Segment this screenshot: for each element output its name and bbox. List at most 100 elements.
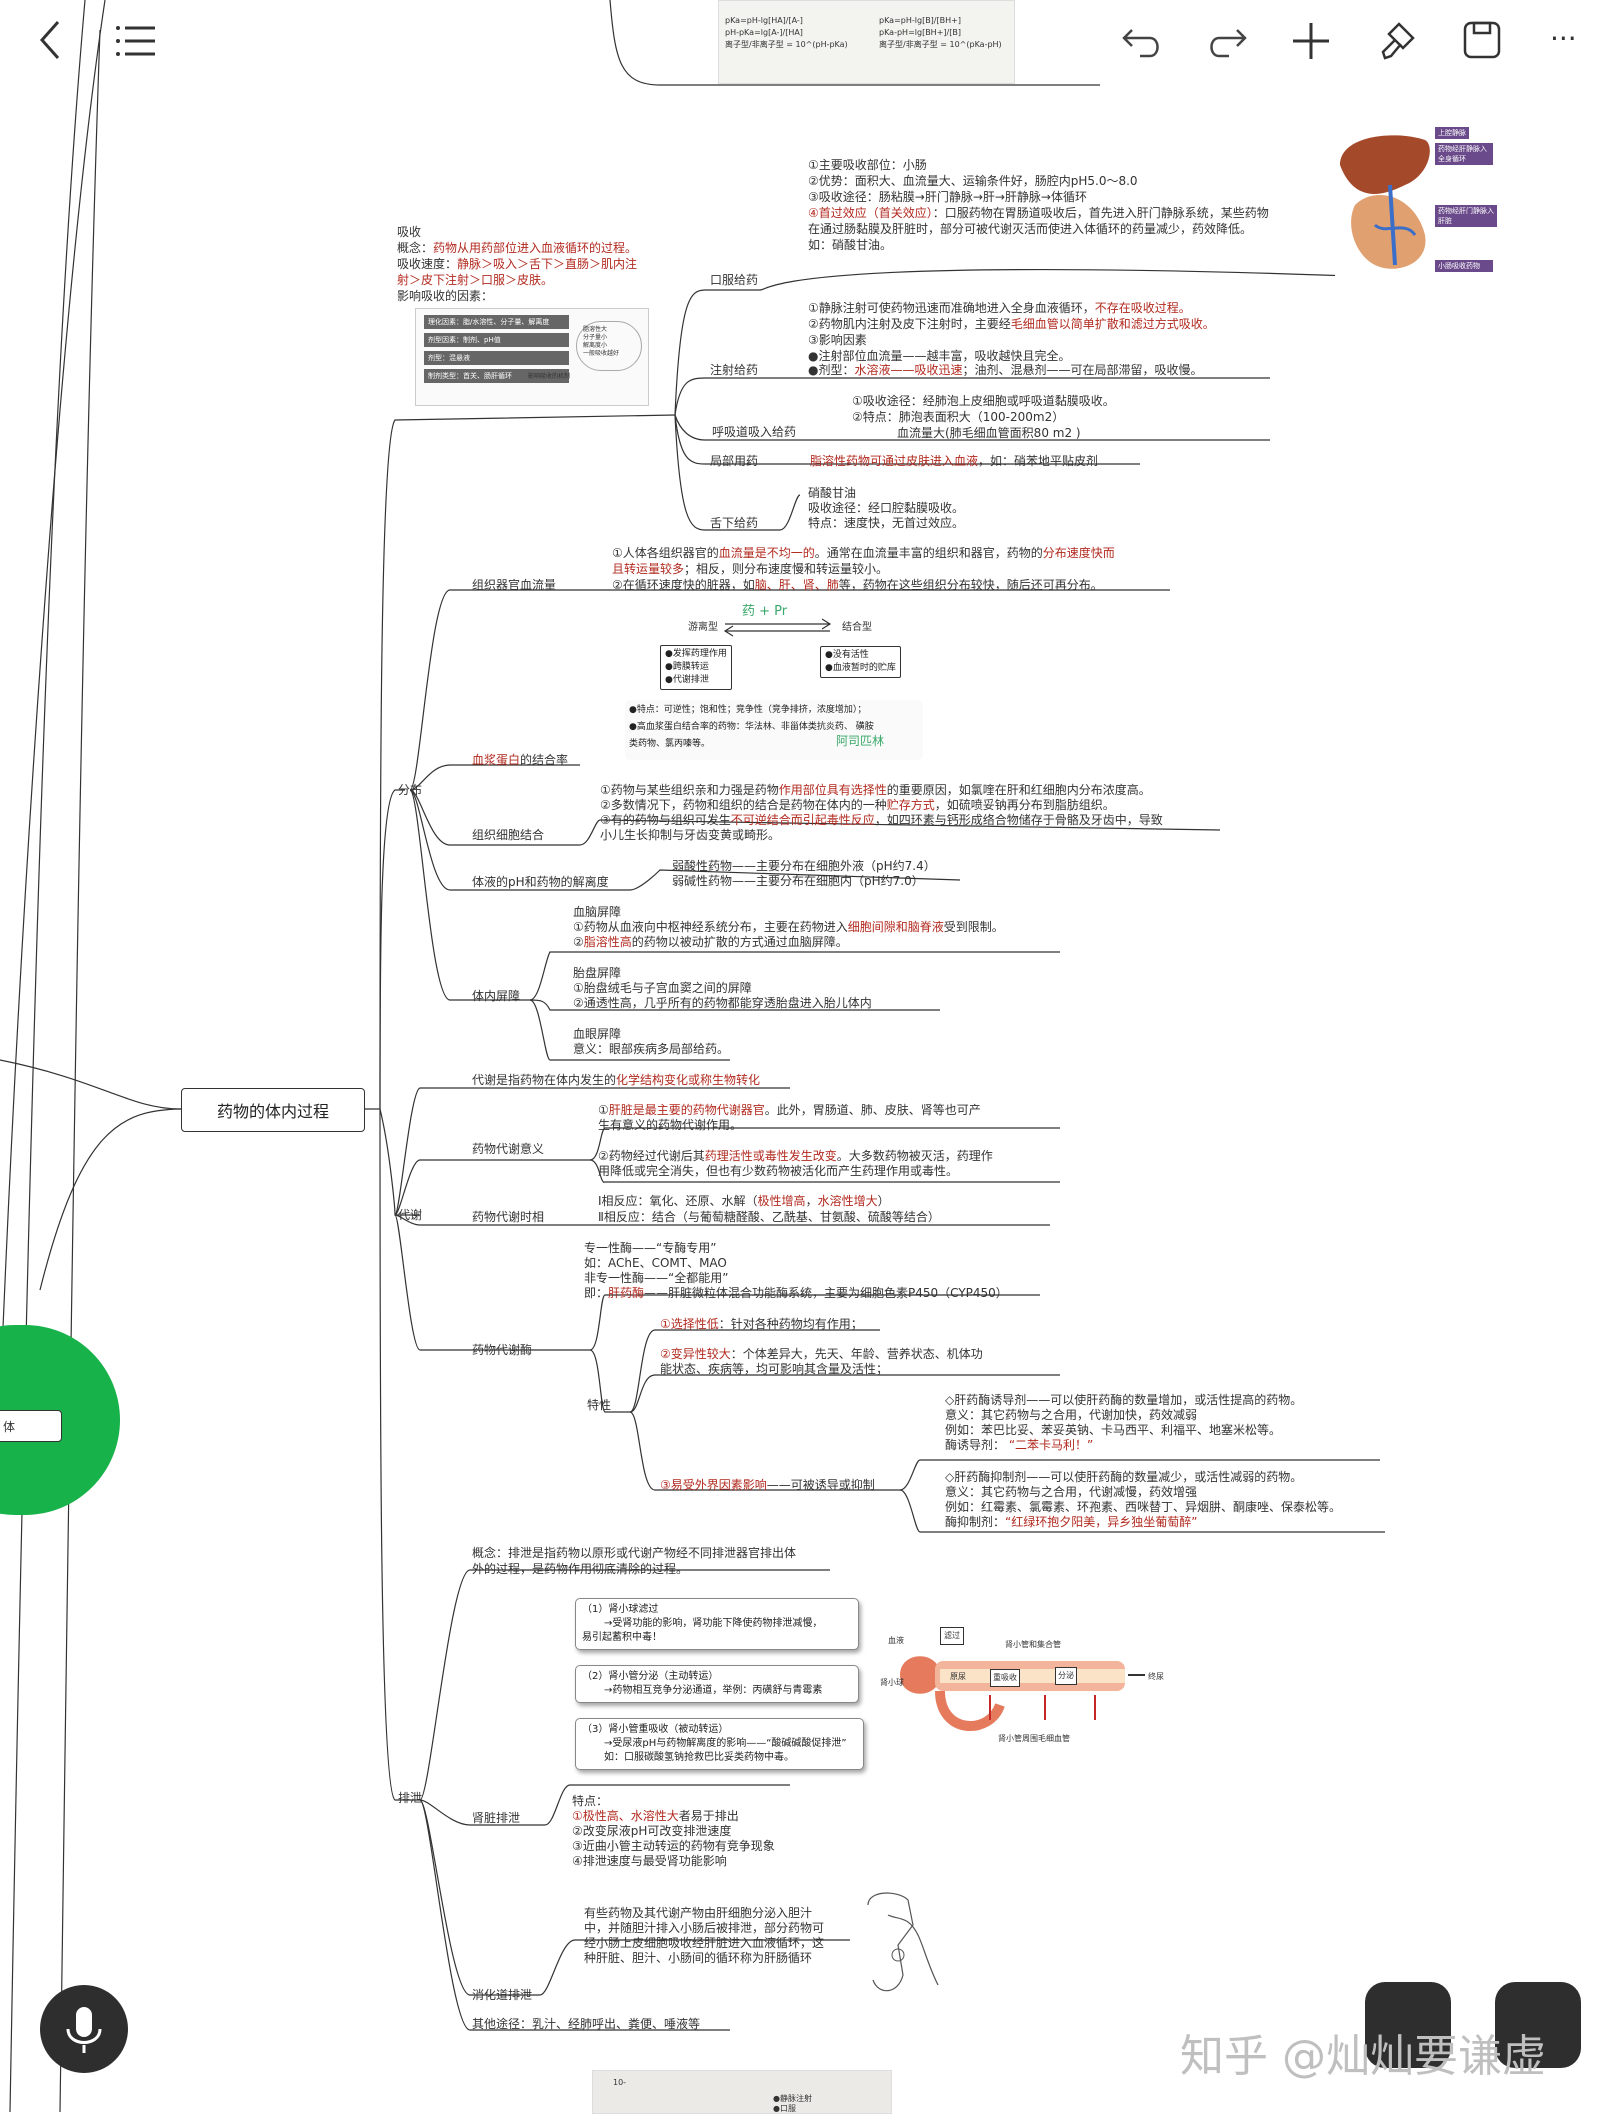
kidney-fig-label: 肾小球 <box>880 1678 904 1687</box>
placenta-l1: ①胎盘绒毛与子宫血窦之间的屏障 <box>573 981 752 995</box>
left-node-label: 体 <box>3 1420 16 1434</box>
kidney-l2: ②改变尿液pH可改变排泄速度 <box>572 1824 732 1838</box>
formula-line: pKa=pH-lg[B]/[BH+] <box>879 16 961 25</box>
enzyme-l2: 如：AChE、COMT、MAO <box>584 1256 727 1270</box>
figure-cloud: 脂溶性大 分子量小 解离度小 一般吸收越好 <box>576 321 642 371</box>
distribution-label[interactable]: 分布 <box>398 782 422 798</box>
excretion-label[interactable]: 排泄 <box>398 1790 422 1806</box>
menu-icon <box>116 26 155 56</box>
plasma-protein-note: ●特点：可逆性；饱和性；竞争性（竞争排挤，浓度增加）； ●高血浆蛋白结合率的药物：… <box>625 700 923 760</box>
inducer-l1: ◇肝药酶诱导剂——可以使肝药酶的数量增加，或活性提高的药物。 <box>945 1393 1303 1407</box>
sublingual-label[interactable]: 舌下给药 <box>710 515 758 531</box>
inducer-l3: 例如：苯巴比妥、苯妥英钠、卡马西平、利福平、地塞米松等。 <box>945 1423 1282 1437</box>
placenta-title: 胎盘屏障 <box>573 966 622 980</box>
inhibitor-l2: 意义：其它药物与之合用，代谢减慢，药效增强 <box>945 1485 1198 1499</box>
legend-entry: ●口服 <box>773 2104 796 2113</box>
figure-label: 药物经肝门静脉入肝脏 <box>1435 205 1497 227</box>
undo-icon <box>1122 29 1159 58</box>
ph-l1: 弱酸性药物——主要分布在细胞外液（pH约7.4） <box>672 859 936 873</box>
figure-label: 上腔静脉 <box>1435 127 1469 139</box>
bound-form-label: 结合型 <box>842 622 872 633</box>
meaning-l3: ②药物经过代谢后其药理活性或毒性发生改变。大多数药物被灭活，药理作 <box>598 1149 993 1163</box>
ph-label[interactable]: 体液的pH和药物的解离度 <box>472 874 609 890</box>
left-node[interactable]: 体 <box>0 1410 62 1442</box>
figure-label: 小肠吸收药物 <box>1435 260 1493 272</box>
absorption-factors: 影响吸收的因素： <box>397 289 494 303</box>
chevron-left-icon <box>39 21 60 59</box>
free-form-label: 游离型 <box>688 622 718 633</box>
microphone-icon <box>66 2007 102 2053</box>
absorption-concept: 概念：药物从用药部位进入血液循环的过程。 <box>397 241 638 255</box>
formula-line: 离子型/非离子型 = 10^(pH-pKa) <box>725 40 848 49</box>
menu-button[interactable] <box>115 22 157 60</box>
inducer-l2: 意义：其它药物与之合用，代谢加快，药效减弱 <box>945 1408 1198 1422</box>
trait-2b: 能状态、疾病等，均可影响其含量及活性； <box>660 1362 889 1376</box>
biliary-figure <box>858 1885 948 2003</box>
formula-line: pKa=pH-lg[HA]/[A-] <box>725 16 803 25</box>
digestive-label[interactable]: 消化道排泄 <box>472 1987 532 2003</box>
oral-label[interactable]: 口服给药 <box>710 272 758 288</box>
trait-2: ②变异性较大：个体差异大，先天、年龄、营养状态、机体功 <box>660 1347 983 1361</box>
save-button[interactable] <box>1462 20 1502 60</box>
sub-l1: 硝酸甘油 <box>808 486 857 500</box>
kidney-fig-label: 肾小管周围毛细血管 <box>998 1734 1070 1743</box>
figure-label: 药物经肝静脉入全身循环 <box>1435 143 1493 165</box>
handwritten-aspirin: 阿司匹林 <box>836 734 885 748</box>
tissue-l4: 小儿生长抑制与牙齿变黄或畸形。 <box>600 828 781 842</box>
bound-form-box: ●没有活性 ●血液暂时的贮库 <box>820 646 901 678</box>
formula-line: pKa-pH=lg[BH+]/[B] <box>879 28 961 37</box>
kidney-label[interactable]: 肾脏排泄 <box>472 1810 520 1826</box>
save-icon <box>1463 21 1501 59</box>
undo-button[interactable] <box>1120 22 1164 62</box>
placenta-l2: ②通透性高，几乎所有的药物都能穿透胎盘进入胎儿体内 <box>573 996 872 1010</box>
kidney-h: 特点： <box>572 1794 609 1808</box>
bbb-title: 血脑屏障 <box>573 905 622 919</box>
tubular-secretion-card: （2）肾小管分泌（主动转运） →药物相互竞争分泌通道，举例：丙磺舒与青霉素 <box>575 1665 859 1703</box>
digestive-l3: 经小肠上皮细胞吸收经肝脏进入血液循环，这 <box>584 1936 825 1950</box>
plasma-protein-label[interactable]: 血浆蛋白的结合率 <box>472 752 568 768</box>
tubular-reabsorption-card: （3）肾小管重吸收（被动转运） →受尿液pH与药物解离度的影响——“酸碱碱酸促排泄… <box>575 1718 864 1770</box>
back-button[interactable] <box>36 18 66 62</box>
inhibitor-l1: ◇肝药酶抑制剂——可以使肝药酶的数量减少，或活性减弱的药物。 <box>945 1470 1303 1484</box>
meaning-label[interactable]: 药物代谢意义 <box>472 1141 544 1157</box>
bbb-l2: ②脂溶性高的药物以被动扩散的方式通过血脑屏障。 <box>573 935 848 949</box>
absorption-title: 吸收 <box>397 225 422 239</box>
add-button[interactable] <box>1290 20 1332 62</box>
kidney-fig-label: 分泌 <box>1055 1667 1077 1685</box>
barrier-label[interactable]: 体内屏障 <box>472 988 520 1004</box>
redo-icon <box>1210 29 1247 58</box>
metabolism-def: 代谢是指药物在体内发生的化学结构变化或称生物转化 <box>472 1073 761 1087</box>
handwritten-note: 药 + Pr <box>742 604 788 619</box>
trait-label[interactable]: 特性 <box>587 1397 611 1413</box>
tissue-label[interactable]: 组织细胞结合 <box>472 827 544 843</box>
phase-label[interactable]: 药物代谢时相 <box>472 1209 544 1225</box>
kidney-fig-label: 终尿 <box>1148 1672 1164 1681</box>
figure-row: 剂型因素：制剂、pH值 <box>424 333 569 347</box>
topical-label[interactable]: 局部用药 <box>710 453 758 469</box>
meaning-l2: 生有意义的药物代谢作用。 <box>598 1118 743 1132</box>
phase-l2: Ⅱ相反应：结合（与葡萄糖醛酸、乙酰基、甘氨酸、硫酸等结合） <box>598 1210 940 1224</box>
other-routes[interactable]: 其他途径：乳汁、经肺呼出、粪便、唾液等 <box>472 2016 700 2032</box>
more-button[interactable]: ··· <box>1550 22 1577 55</box>
oral-l5: 在通过肠黏膜及肝脏时，部分可被代谢灭活而使进入体循环的药量减少，药效降低。 <box>808 222 1253 236</box>
bloodflow-label[interactable]: 组织器官血流量 <box>472 577 556 593</box>
topical-text: 脂溶性药物可通过皮肤进入血液，如：硝苯地平贴皮剂 <box>810 454 1099 468</box>
bloodflow-l3: ②在循环速度快的脏器，如脑、肝、肾、肺等，药物在这些组织分布较快，随后还可再分布… <box>612 578 1103 592</box>
tissue-l3: ③有的药物与组织可发生不可逆结合而引起毒性反应，如四环素与钙形成络合物储存于骨骼… <box>600 813 1163 827</box>
ph-l2: 弱碱性药物——主要分布在细胞内（pH约7.0） <box>672 874 924 888</box>
voice-input-button[interactable] <box>40 1985 128 2073</box>
redo-button[interactable] <box>1205 22 1249 62</box>
enzyme-label[interactable]: 药物代谢酶 <box>472 1342 532 1358</box>
bloodflow-l2: 且转运量较多；相反，则分布速度慢和转运量较小。 <box>612 562 889 576</box>
gallbladder-icon <box>867 1892 939 1992</box>
format-button[interactable] <box>1375 20 1417 62</box>
digestive-l4: 种肝脏、胆汁、小肠间的循环称为肝肠循环 <box>584 1951 813 1965</box>
absorption-speed: 吸收速度：静脉＞吸入＞舌下＞直肠＞肌内注 <box>397 257 638 271</box>
inhalation-label[interactable]: 呼吸道吸入给药 <box>712 424 796 440</box>
inj-l3: ③影响因素 <box>808 333 867 347</box>
injection-label[interactable]: 注射给药 <box>710 362 758 378</box>
enzyme-l3: 非专一性酶——“全都能用” <box>584 1271 729 1285</box>
metabolism-label[interactable]: 代谢 <box>398 1207 422 1223</box>
central-node[interactable]: 药物的体内过程 <box>181 1088 365 1132</box>
absorption-factors-figure: 理化因素：脂/水溶性、分子量、解离度 剂型因素：制剂、pH值 剂型：混悬液 制剂… <box>415 308 649 406</box>
